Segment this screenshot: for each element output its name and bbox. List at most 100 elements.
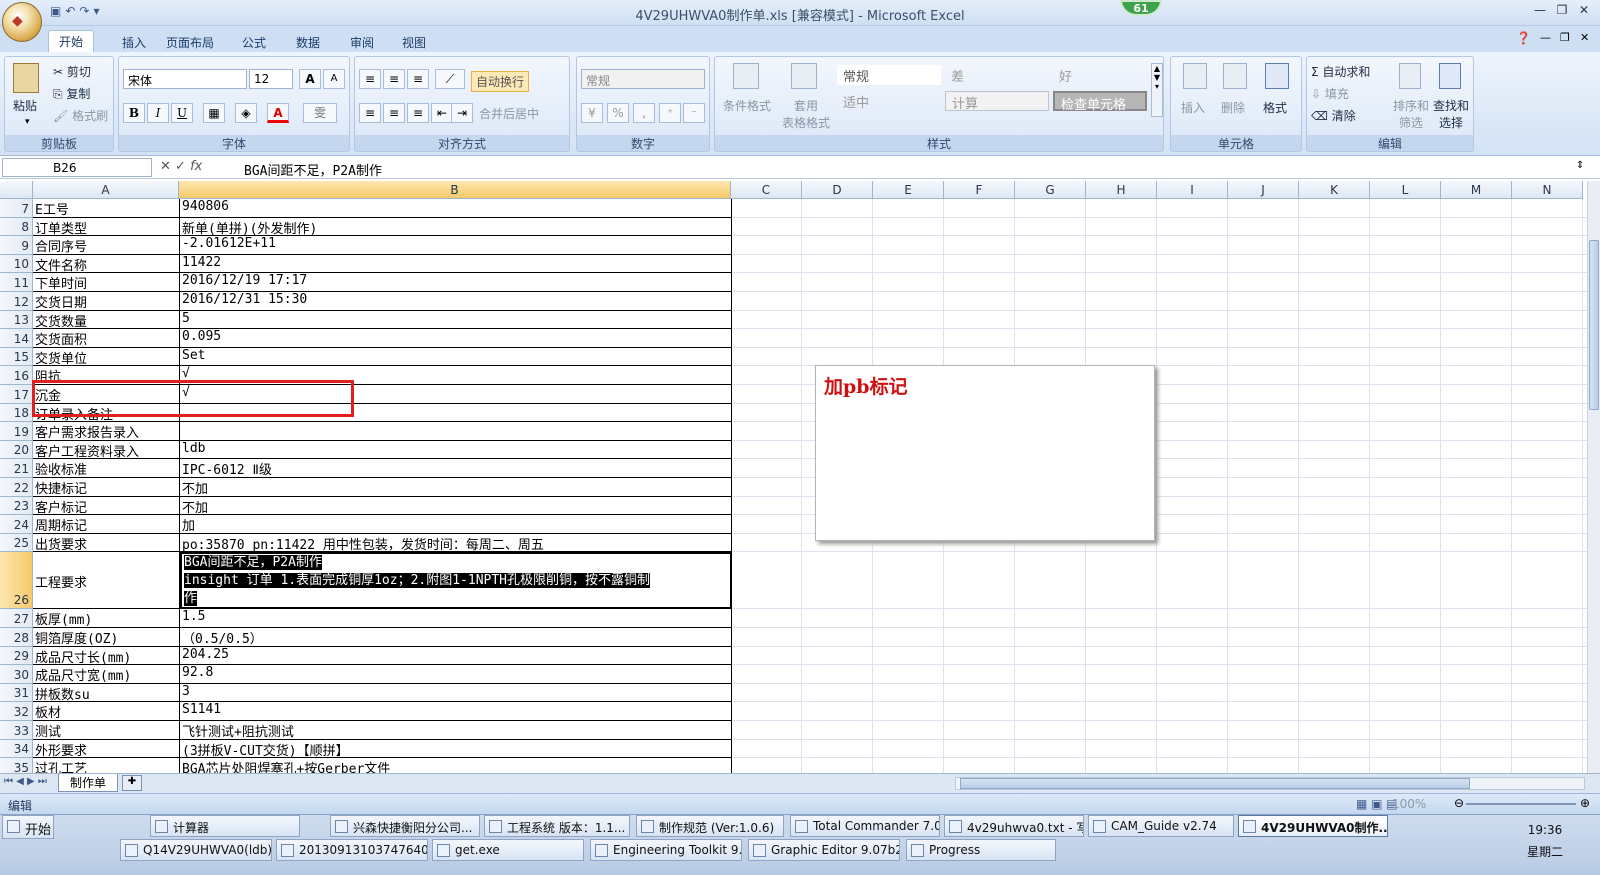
- style-calculation[interactable]: 计算: [945, 91, 1049, 112]
- minimize-icon[interactable]: —: [1530, 3, 1550, 21]
- row-header[interactable]: 32: [0, 702, 33, 721]
- taskbar-button[interactable]: Progress: [906, 839, 1056, 861]
- row-header[interactable]: 20: [0, 440, 33, 460]
- column-header-h[interactable]: H: [1086, 181, 1157, 199]
- spreadsheet-grid[interactable]: ABCDEFGHIJKLMN 7 E工号 940806 8 订单类型 新单(单拼)(外发制…: [0, 181, 1587, 773]
- vertical-scroll-thumb[interactable]: [1589, 240, 1599, 410]
- cell-a[interactable]: 过孔工艺: [33, 758, 180, 773]
- cell-a[interactable]: 订单类型: [33, 217, 180, 237]
- phonetic-button[interactable]: 雯: [303, 103, 337, 123]
- cell-b[interactable]: 940806: [180, 199, 732, 218]
- text-box-note[interactable]: 加pb标记: [815, 365, 1155, 541]
- row-header[interactable]: 11: [0, 273, 33, 292]
- help-icon[interactable]: ❓: [1516, 31, 1531, 45]
- cell-a[interactable]: 测试: [33, 721, 180, 740]
- cell-a[interactable]: 客户标记: [33, 496, 180, 516]
- fill-color-button[interactable]: ◈: [235, 103, 257, 123]
- style-check-cell[interactable]: 检查单元格: [1053, 91, 1147, 113]
- redo-icon[interactable]: ↷: [79, 4, 89, 22]
- sort-filter-button[interactable]: 排序和 筛选: [1393, 97, 1429, 131]
- zoom-slider[interactable]: [1466, 803, 1576, 805]
- insert-cells-button[interactable]: 插入: [1181, 99, 1205, 116]
- row-header[interactable]: 18: [0, 403, 33, 423]
- cell-b[interactable]: 不加: [180, 478, 732, 497]
- cell-a[interactable]: 板材: [33, 702, 180, 721]
- cell-a[interactable]: 出货要求: [33, 533, 180, 553]
- font-size-combo[interactable]: 12: [249, 69, 293, 89]
- cell-b[interactable]: 2016/12/31 15:30: [180, 292, 732, 311]
- column-header-c[interactable]: C: [731, 181, 802, 199]
- row-header[interactable]: 7: [0, 199, 33, 218]
- paste-dropdown-icon[interactable]: ▾: [25, 117, 30, 127]
- taskbar-button[interactable]: 4V29UHWVA0制作...: [1238, 815, 1388, 837]
- cell-a[interactable]: 成品尺寸长(mm): [33, 646, 180, 666]
- tab-home[interactable]: 开始: [48, 30, 95, 52]
- start-button[interactable]: 开始: [2, 815, 54, 839]
- tab-page-layout[interactable]: 页面布局: [156, 32, 224, 52]
- cell-a[interactable]: 工程要求: [33, 552, 180, 610]
- style-good[interactable]: 好: [1053, 65, 1147, 85]
- align-top-button[interactable]: ≡: [359, 69, 381, 89]
- office-button[interactable]: ◆: [2, 2, 42, 42]
- tab-data[interactable]: 数据: [286, 32, 330, 52]
- format-painter-button[interactable]: 🖌 格式刷: [53, 107, 108, 124]
- format-cells-button[interactable]: 格式: [1263, 99, 1287, 116]
- row-header[interactable]: 13: [0, 310, 33, 330]
- style-bad[interactable]: 差: [945, 65, 1049, 85]
- cell-a[interactable]: 交货数量: [33, 310, 180, 330]
- taskbar-button[interactable]: Engineering Toolkit 9.07...: [590, 839, 742, 861]
- row-header[interactable]: 12: [0, 292, 33, 311]
- row-header[interactable]: 29: [0, 646, 33, 666]
- paste-button[interactable]: 粘贴: [13, 97, 37, 114]
- row-header[interactable]: 14: [0, 329, 33, 348]
- conditional-format-button[interactable]: 条件格式: [719, 97, 775, 114]
- column-header-b[interactable]: B: [179, 181, 731, 199]
- cell-a[interactable]: 交货日期: [33, 292, 180, 311]
- row-header[interactable]: 15: [0, 347, 33, 367]
- merge-center-button[interactable]: 合并后居中: [479, 105, 539, 122]
- cell-b[interactable]: 2016/12/19 17:17: [180, 273, 732, 292]
- taskbar-button[interactable]: CAM_Guide v2.74: [1088, 815, 1234, 837]
- taskbar-button[interactable]: get.exe: [432, 839, 584, 861]
- orientation-button[interactable]: ⟋: [435, 69, 465, 89]
- shrink-font-button[interactable]: A: [323, 69, 345, 89]
- cell-a[interactable]: 铜箔厚度(OZ): [33, 628, 180, 647]
- cell-b[interactable]: [180, 422, 732, 441]
- row-header[interactable]: 22: [0, 478, 33, 497]
- taskbar-button[interactable]: Q14V29UHWVA0(ldb)20...: [120, 839, 272, 861]
- cell-b-selected[interactable]: BGA间距不足，P2A制作 insight 订单 1.表面完成铜厚1oz；2.附图…: [180, 552, 732, 610]
- name-box[interactable]: B26: [2, 158, 152, 177]
- cell-b[interactable]: 不加: [180, 496, 732, 516]
- taskbar-button[interactable]: 4v29uhwva0.txt - 写...: [944, 815, 1084, 837]
- row-header[interactable]: 19: [0, 422, 33, 441]
- cell-a[interactable]: 交货面积: [33, 329, 180, 348]
- format-as-table-button[interactable]: 套用 表格格式: [779, 97, 833, 131]
- cell-b[interactable]: 92.8: [180, 665, 732, 684]
- increase-indent-button[interactable]: ⇥: [451, 103, 473, 123]
- cell-b[interactable]: 11422: [180, 254, 732, 274]
- cell-b[interactable]: ldb: [180, 440, 732, 460]
- sheet-nav-arrows[interactable]: ⏮ ◀ ▶ ⏭: [4, 776, 47, 787]
- row-header[interactable]: 10: [0, 254, 33, 274]
- taskbar-button[interactable]: Graphic Editor 9.07b2 (0...: [748, 839, 900, 861]
- decrease-indent-button[interactable]: ⇤: [431, 103, 453, 123]
- zoom-out-icon[interactable]: ⊖: [1454, 796, 1464, 810]
- insert-function-button[interactable]: fx: [190, 159, 202, 174]
- cell-b[interactable]: 加: [180, 515, 732, 534]
- row-header[interactable]: 9: [0, 236, 33, 255]
- fill-button[interactable]: ⇩ 填充: [1311, 85, 1349, 102]
- row-header[interactable]: 25: [0, 533, 33, 553]
- enter-icon[interactable]: ✓: [175, 159, 186, 174]
- align-center-button[interactable]: ≡: [383, 103, 405, 123]
- cell-b[interactable]: 新单(单拼)(外发制作): [180, 217, 732, 237]
- cell-a[interactable]: 外形要求: [33, 739, 180, 759]
- cell-a[interactable]: 周期标记: [33, 515, 180, 534]
- style-normal[interactable]: 常规: [837, 65, 941, 85]
- cell-b[interactable]: 1.5: [180, 609, 732, 628]
- workbook-minimize-icon[interactable]: —: [1540, 31, 1551, 44]
- cell-a[interactable]: 客户工程资料录入: [33, 440, 180, 460]
- cell-b[interactable]: （0.5/0.5）: [180, 628, 732, 647]
- tab-insert[interactable]: 插入: [112, 32, 156, 52]
- cell-b[interactable]: 0.095: [180, 329, 732, 348]
- align-middle-button[interactable]: ≡: [383, 69, 405, 89]
